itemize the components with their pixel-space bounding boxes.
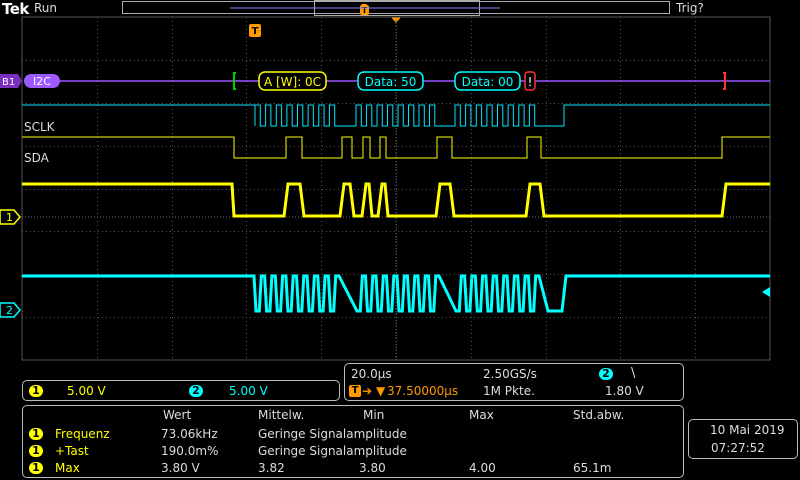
meas-row-badge: 1	[29, 428, 43, 440]
datetime-box[interactable]: 10 Mai 2019 07:27:52	[688, 419, 798, 459]
trigger-position-t-icon: T	[349, 385, 361, 397]
meas-name: Max	[55, 461, 80, 475]
trigger-level[interactable]: 1.80 V	[605, 384, 644, 398]
meas-wert: 73.06kHz	[161, 427, 218, 441]
meas-header-std: Std.abw.	[573, 408, 625, 422]
time: 07:27:52	[711, 441, 765, 455]
ch2-ground-label: 2	[6, 304, 13, 317]
horizontal-position[interactable]: 37.50000µs	[387, 384, 458, 398]
sample-rate: 2.50GS/s	[483, 367, 537, 381]
sclk-label: SCLK	[24, 120, 56, 134]
record-length[interactable]: 1M Pkte.	[483, 384, 535, 398]
ch1-scale[interactable]: 5.00 V	[67, 384, 106, 398]
graticule-grid	[22, 17, 770, 360]
bus-stop-label: !	[528, 75, 533, 89]
meas-mittel: 3.82	[258, 461, 285, 475]
arrow-right-icon: ➔	[362, 384, 373, 398]
meas-row-max[interactable]: 1 Max 3.80 V 3.82 3.80 4.00 65.1m	[23, 460, 683, 477]
trigger-t-label: T	[252, 26, 259, 37]
record-t-label: T	[362, 6, 368, 15]
i2c-bus-row: B1 I2C A [W]: 0C Data: 50 Data: 00 !	[0, 71, 770, 91]
meas-header-wert: Wert	[163, 408, 192, 422]
meas-header-max: Max	[469, 408, 494, 422]
ch1-ground-label: 1	[6, 211, 13, 224]
meas-mittel: Geringe Signalamplitude	[258, 427, 407, 441]
ch2-badge[interactable]: 2	[189, 385, 203, 397]
meas-header-mittel: Mittelw.	[258, 408, 305, 422]
ch1-badge[interactable]: 1	[29, 385, 43, 397]
ch2-scale[interactable]: 5.00 V	[229, 384, 268, 398]
time-per-div[interactable]: 20.0µs	[351, 367, 392, 381]
channel-scale-box[interactable]: 1 5.00 V 2 5.00 V	[22, 380, 340, 401]
bus-label: B1	[2, 77, 15, 88]
bus-name: I2C	[33, 75, 51, 88]
meas-wert: 3.80 V	[161, 461, 200, 475]
meas-wert: 190.0m%	[161, 444, 219, 458]
date: 10 Mai 2019	[710, 423, 785, 437]
meas-row-frequenz[interactable]: 1 Frequenz 73.06kHz Geringe Signalamplit…	[23, 426, 683, 443]
meas-mittel: Geringe Signalamplitude	[258, 444, 407, 458]
meas-max: 4.00	[469, 461, 496, 475]
meas-min: 3.80	[359, 461, 386, 475]
arrow-down-icon: ▼	[376, 384, 386, 398]
horizontal-settings-box[interactable]: 20.0µs 2.50GS/s 2 \ T ➔ ▼ 37.50000µs 1M …	[344, 363, 684, 401]
sda-label: SDA	[24, 151, 50, 165]
bus-packet-address-label: A [W]: 0C	[264, 75, 321, 89]
bus-packet-data-1-label: Data: 50	[365, 75, 417, 89]
meas-row-tast[interactable]: 1 +Tast 190.0m% Geringe Signalamplitude	[23, 443, 683, 460]
measurements-box[interactable]: Wert Mittelw. Min Max Std.abw. 1 Frequen…	[22, 405, 684, 478]
meas-name: +Tast	[55, 444, 89, 458]
meas-row-badge: 1	[29, 445, 43, 457]
trigger-level-icon[interactable]	[762, 287, 770, 297]
trigger-source-badge[interactable]: 2	[599, 368, 613, 380]
falling-edge-icon[interactable]: \	[631, 366, 635, 381]
meas-name: Frequenz	[55, 427, 110, 441]
bus-packet-data-2-label: Data: 00	[462, 75, 514, 89]
meas-row-badge: 1	[29, 462, 43, 474]
meas-std: 65.1m	[573, 461, 612, 475]
meas-header-min: Min	[363, 408, 385, 422]
